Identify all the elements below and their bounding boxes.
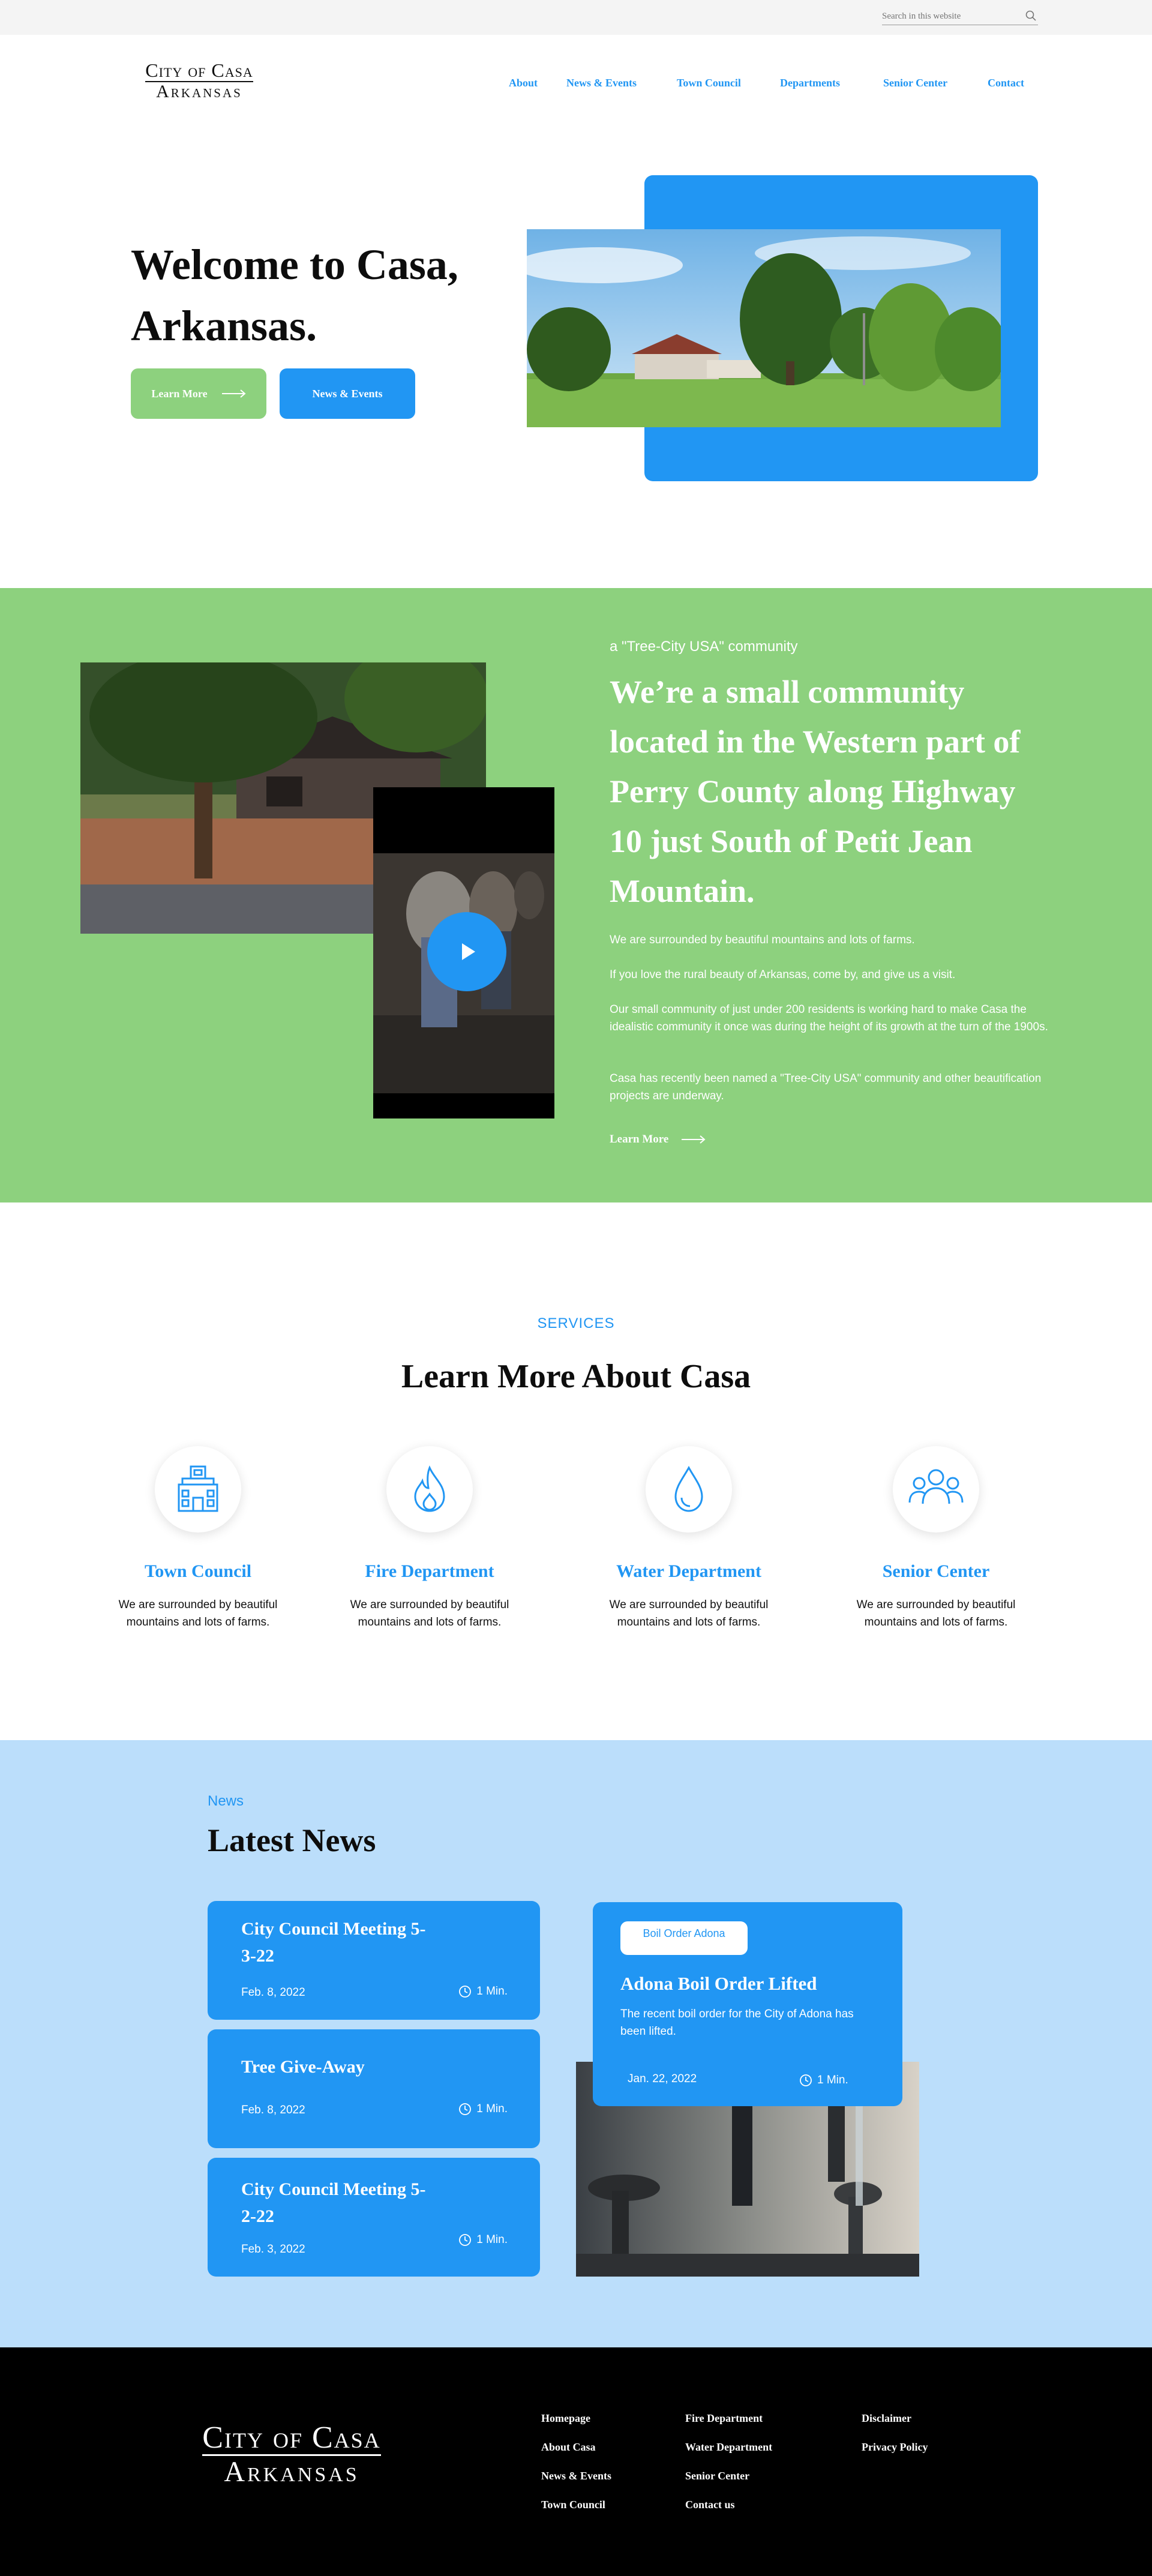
news-card-date: Feb. 8, 2022 (241, 2104, 305, 2116)
footer-link-news-events[interactable]: News & Events (541, 2470, 611, 2482)
featured-news-read-label: 1 Min. (817, 2074, 848, 2086)
play-button[interactable] (427, 912, 506, 991)
featured-news-badge[interactable]: Boil Order Adona (620, 1921, 748, 1955)
services-kicker: SERVICES (537, 1315, 615, 1332)
news-card[interactable]: City Council Meeting 5-2-22 Feb. 3, 2022… (208, 2158, 540, 2277)
service-name: Town Council (144, 1561, 252, 1581)
news-title: Latest News (208, 1822, 376, 1858)
service-name: Fire Department (365, 1561, 494, 1581)
top-bar (0, 0, 1152, 35)
services-title: Learn More About Casa (401, 1358, 751, 1395)
footer-logo-line2: Arkansas (224, 2456, 359, 2488)
news-card-title: City Council Meeting 5-2-22 (241, 2179, 426, 2226)
water-drop-icon (674, 1465, 703, 1512)
town-hall-icon (178, 1465, 218, 1512)
news-card-read-label: 1 Min. (476, 2103, 508, 2115)
learn-more-label: Learn More (151, 387, 208, 400)
hero-photo-park (527, 229, 1001, 427)
service-desc: We are surrounded by beautiful mountains… (609, 1599, 769, 1629)
clock-icon (800, 2074, 812, 2086)
search-box[interactable] (882, 7, 1038, 25)
footer-link-homepage[interactable]: Homepage (541, 2412, 590, 2425)
news-card-read-time: 1 Min. (458, 2233, 508, 2247)
news-card-date: Feb. 3, 2022 (241, 2243, 305, 2256)
service-desc: We are surrounded by beautiful mountains… (118, 1599, 278, 1629)
news-card-read-label: 1 Min. (476, 2233, 508, 2246)
news-card-date: Feb. 8, 2022 (241, 1986, 305, 1999)
news-events-label: News & Events (312, 387, 383, 400)
service-name: Water Department (616, 1561, 761, 1581)
footer-logo[interactable]: City of Casa Arkansas (184, 2422, 400, 2488)
news-card-read-time: 1 Min. (458, 1985, 508, 1998)
about-learn-more-link[interactable]: Learn More (610, 1133, 706, 1146)
arrow-right-icon (682, 1135, 706, 1144)
search-input[interactable] (882, 10, 1014, 23)
nav-contact[interactable]: Contact (988, 77, 1024, 89)
news-kicker: News (208, 1793, 244, 1809)
featured-news-title: Adona Boil Order Lifted (620, 1973, 817, 1994)
footer-link-water-department[interactable]: Water Department (685, 2441, 772, 2454)
nav-town-council[interactable]: Town Council (677, 77, 741, 89)
news-events-button[interactable]: News & Events (280, 368, 415, 419)
footer-link-disclaimer[interactable]: Disclaimer (862, 2412, 911, 2425)
service-desc: We are surrounded by beautiful mountains… (350, 1599, 509, 1629)
service-icon-circle (386, 1446, 473, 1533)
clock-icon (459, 2103, 472, 2115)
service-desc: We are surrounded by beautiful mountains… (856, 1599, 1016, 1629)
service-senior-center[interactable]: Senior Center We are surrounded by beaut… (840, 1446, 1032, 1631)
site-footer (0, 2347, 1152, 2576)
service-icon-circle (893, 1446, 979, 1533)
nav-senior-center[interactable]: Senior Center (883, 77, 947, 89)
news-card[interactable]: Tree Give-Away Feb. 8, 2022 1 Min. (208, 2029, 540, 2148)
featured-news-read-time: 1 Min. (799, 2074, 848, 2087)
hero-title: Welcome to Casa, Arkansas. (131, 241, 458, 350)
footer-logo-line1: City of Casa (202, 2421, 381, 2456)
clock-icon (459, 1986, 472, 1998)
about-paragraph: Casa has recently been named a "Tree-Cit… (610, 1072, 1042, 1102)
flame-icon (414, 1465, 445, 1512)
footer-link-about-casa[interactable]: About Casa (541, 2441, 596, 2454)
featured-news-desc: The recent boil order for the City of Ad… (620, 2008, 854, 2038)
service-icon-circle (155, 1446, 241, 1533)
service-name: Senior Center (882, 1561, 990, 1581)
footer-link-town-council[interactable]: Town Council (541, 2499, 605, 2511)
footer-link-privacy-policy[interactable]: Privacy Policy (862, 2441, 928, 2454)
footer-link-contact-us[interactable]: Contact us (685, 2499, 735, 2511)
about-kicker: a "Tree-City USA" community (610, 638, 798, 655)
about-learn-more-label: Learn More (610, 1133, 669, 1145)
news-card-read-label: 1 Min. (476, 1985, 508, 1998)
nav-departments[interactable]: Departments (780, 77, 840, 89)
about-paragraph: Our small community of just under 200 re… (610, 1003, 1048, 1033)
main-nav: About News & Events Town Council Departm… (0, 77, 1152, 91)
arrow-right-icon (221, 389, 246, 398)
news-card-title: Tree Give-Away (241, 2057, 365, 2077)
learn-more-button[interactable]: Learn More (131, 368, 266, 419)
news-card[interactable]: City Council Meeting 5-3-22 Feb. 8, 2022… (208, 1901, 540, 2020)
footer-link-senior-center[interactable]: Senior Center (685, 2470, 749, 2482)
service-fire-department[interactable]: Fire Department We are surrounded by bea… (334, 1446, 526, 1631)
about-paragraph: We are surrounded by beautiful mountains… (610, 934, 915, 946)
service-water-department[interactable]: Water Department We are surrounded by be… (593, 1446, 785, 1631)
nav-news-events[interactable]: News & Events (566, 77, 637, 89)
featured-news-card[interactable]: Boil Order Adona Adona Boil Order Lifted… (593, 1902, 902, 2106)
news-card-read-time: 1 Min. (458, 2103, 508, 2116)
news-card-title: City Council Meeting 5-3-22 (241, 1919, 426, 1966)
nav-about[interactable]: About (509, 77, 538, 89)
about-title: We’re a small community located in the W… (610, 674, 1021, 909)
search-icon[interactable] (1025, 10, 1037, 22)
service-town-council[interactable]: Town Council We are surrounded by beauti… (102, 1446, 294, 1631)
service-icon-circle (646, 1446, 732, 1533)
about-paragraph: If you love the rural beauty of Arkansas… (610, 968, 956, 981)
footer-link-fire-department[interactable]: Fire Department (685, 2412, 763, 2425)
play-icon (462, 943, 475, 960)
people-icon (908, 1469, 964, 1504)
clock-icon (459, 2234, 472, 2246)
featured-news-date: Jan. 22, 2022 (628, 2073, 697, 2085)
